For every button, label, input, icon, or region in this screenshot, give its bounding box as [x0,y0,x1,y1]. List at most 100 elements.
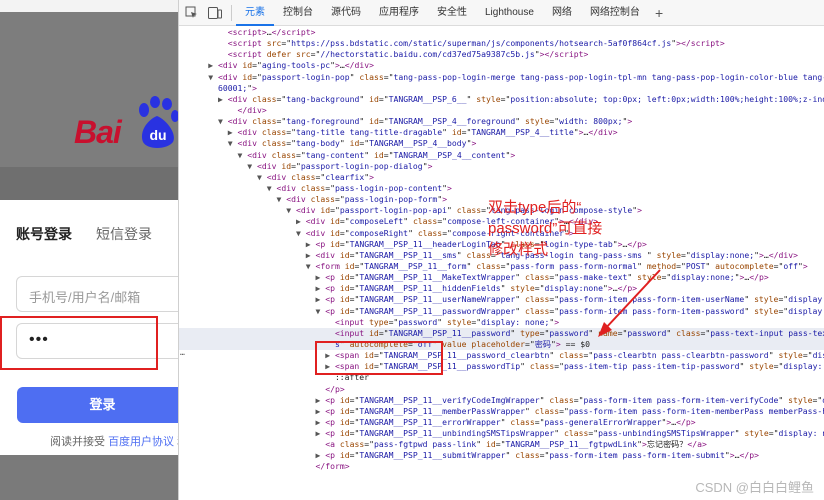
dom-tree-line[interactable]: ▼ <p id="TANGRAM__PSP_11__passwordWrappe… [179,306,824,317]
username-input[interactable]: 手机号/用户名/邮箱 [16,276,178,312]
dom-tree-line[interactable]: 60001;"> [179,83,824,94]
dom-tree-line[interactable]: ▼ <div class="tang-foreground" id="TANGR… [179,116,824,127]
expand-toggle-icon[interactable]: ▼ [267,183,277,193]
expand-toggle-icon[interactable]: ▶ [315,450,325,460]
dom-tree-line[interactable]: <input id="TANGRAM__PSP_11__password" ty… [179,327,824,339]
tab-elements[interactable]: 元素 [236,0,274,26]
dom-tree-line[interactable]: ▼ <div class="clearfix"> [179,172,824,183]
expand-toggle-icon[interactable]: ▶ [315,272,325,282]
expand-toggle-icon[interactable]: ▶ [315,395,325,405]
expand-toggle-icon[interactable]: ▶ [315,283,325,293]
dom-tree-line[interactable]: ▶ <div class="tang-background" id="TANGR… [179,94,824,105]
dom-tree-line[interactable]: ▼ <div class="pass-login-pop-content"> [179,183,824,194]
dom-tree-line[interactable]: <script>…</script> [179,27,824,38]
row-ellipsis-icon[interactable]: … [180,348,185,357]
login-button[interactable]: 登录 [17,387,178,423]
dom-node-text: <div id="passport-login-pop" class="tang… [218,71,824,82]
tab-network[interactable]: 网络 [543,0,581,26]
expand-toggle-icon[interactable]: ▼ [306,261,316,271]
dom-tree-line[interactable]: s" autocomplete="off" value placeholder=… [179,338,824,351]
dom-node-text: <div class="tang-background" id="TANGRAM… [227,93,824,104]
dom-tree-line[interactable]: <a class="pass-fgtpwd pass-link" id="TAN… [179,439,824,450]
expand-toggle-icon[interactable]: ▼ [276,194,286,204]
dom-node-text: <p id="TANGRAM__PSP_11__MakeTextWrapper"… [325,272,769,283]
tab-console[interactable]: 控制台 [274,0,322,26]
expand-toggle-icon[interactable]: ▼ [218,116,228,126]
dom-tree-line[interactable]: ▶ <span id="TANGRAM__PSP_11__passwordTip… [179,361,824,372]
page-bottom-overlay [0,455,178,500]
user-agreement-link[interactable]: 百度用户协议 [108,436,174,448]
expand-toggle-icon[interactable]: ▼ [286,205,296,215]
dom-node-text: <script src="https://pss.bdstatic.com/st… [227,38,725,49]
inspect-element-icon[interactable] [179,0,203,26]
devtools-toolbar: 元素 控制台 源代码 应用程序 安全性 Lighthouse 网络 网络控制台 … [179,0,824,26]
tab-account-login[interactable]: 账号登录 [16,224,72,244]
agreement-text: 阅读并接受 百度用户协议 和 [50,433,178,449]
expand-toggle-icon[interactable]: ▶ [208,60,218,70]
expand-toggle-icon[interactable]: ▶ [296,216,306,226]
tab-security[interactable]: 安全性 [428,0,476,26]
dom-tree-line[interactable]: ▶ <div id="aging-tools-pc">…</div> [179,60,824,71]
expand-toggle-icon[interactable]: ▶ [306,239,316,249]
dom-tree-line[interactable]: ▶ <span id="TANGRAM__PSP_11__password_cl… [179,350,824,361]
agree-prefix: 阅读并接受 [50,436,105,448]
dom-tree-line[interactable]: ▶ <p id="TANGRAM__PSP_11__unbindingSMSTi… [179,428,824,439]
dom-tree-line[interactable]: ▶ <p id="TANGRAM__PSP_11__errorWrapper" … [179,417,824,428]
dom-tree-line[interactable]: ▼ <div class="tang-body" id="TANGRAM__PS… [179,138,824,149]
expand-toggle-icon[interactable]: ▶ [315,406,325,416]
dom-tree-line[interactable]: <script defer src="//hectorstatic.baidu.… [179,49,824,60]
dom-tree-line[interactable]: ▶ <p id="TANGRAM__PSP_11__MakeTextWrappe… [179,272,824,283]
dom-tree-line[interactable]: ▶ <p id="TANGRAM__PSP_11__submitWrapper"… [179,450,824,461]
expand-toggle-icon[interactable]: ▼ [296,228,306,238]
tab-network-console[interactable]: 网络控制台 [581,0,649,26]
add-tab-icon[interactable]: + [649,5,669,21]
baidu-paw-icon: du [139,96,178,148]
dom-tree-line[interactable]: ▶ <div class="tang-title tang-title-drag… [179,127,824,138]
dom-tree-line[interactable]: ▼ <div id="passport-login-pop" class="ta… [179,72,824,83]
tab-lighthouse[interactable]: Lighthouse [476,0,543,26]
dom-tree-line[interactable]: </p> [179,384,824,395]
dom-node-text: <script>…</script> [227,27,316,37]
dom-node-text: <p id="TANGRAM__PSP_11__passwordWrapper"… [325,305,824,316]
expand-toggle-icon[interactable]: ▶ [315,294,325,304]
dom-tree-line[interactable]: </div> [179,105,824,116]
expand-toggle-icon[interactable]: ▶ [306,250,316,260]
expand-toggle-icon[interactable]: ▼ [315,306,325,316]
dom-tree-line[interactable]: ▶ <p id="TANGRAM__PSP_11__memberPassWrap… [179,406,824,417]
dom-tree-line[interactable]: ▶ <p id="TANGRAM__PSP_11__verifyCodeImgW… [179,395,824,406]
dom-tree-line[interactable]: ▶ <p id="TANGRAM__PSP_11__hiddenFields" … [179,283,824,294]
dom-tree-line[interactable]: ▼ <div class="tang-content" id="TANGRAM_… [179,150,824,161]
tab-sources[interactable]: 源代码 [322,0,370,26]
tab-sms-login[interactable]: 短信登录 [96,224,152,244]
device-toolbar-icon[interactable] [203,0,227,26]
dom-tree-line[interactable]: <input type="password" style="display: n… [179,317,824,328]
expand-toggle-icon[interactable]: ▶ [315,417,325,427]
expand-toggle-icon[interactable]: ▶ [315,428,325,438]
tab-application[interactable]: 应用程序 [370,0,428,26]
dom-tree-line[interactable]: ::after [179,372,824,383]
dom-tree-line[interactable]: </form> [179,461,824,472]
dom-tree-line[interactable]: <script src="https://pss.bdstatic.com/st… [179,38,824,49]
dom-tree-line[interactable]: ▼ <form id="TANGRAM__PSP_11__form" class… [179,261,824,272]
expand-toggle-icon[interactable]: ▼ [237,150,247,160]
expand-toggle-icon[interactable]: ▼ [257,172,267,182]
expand-toggle-icon[interactable]: ▼ [247,161,257,171]
dom-tree-line[interactable]: ▼ <div id="passport-login-pop-dialog"> [179,161,824,172]
dom-tree-line[interactable]: ▶ <p id="TANGRAM__PSP_11__userNameWrappe… [179,294,824,305]
expand-toggle-icon[interactable]: ▼ [208,72,218,82]
expand-toggle-icon[interactable]: ▶ [218,94,228,104]
